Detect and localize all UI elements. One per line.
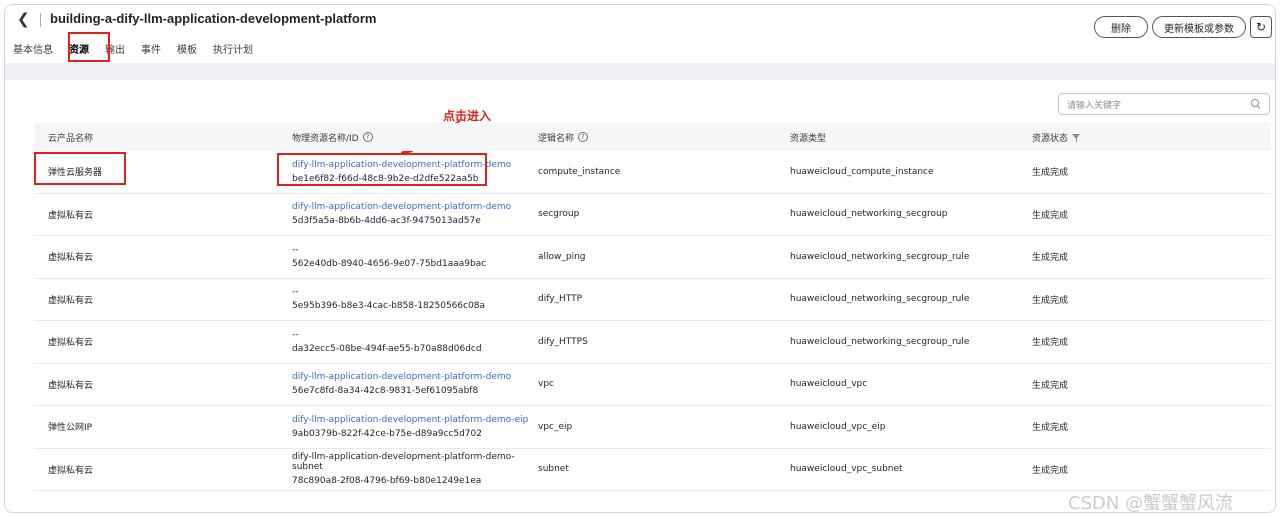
cell-logical: allow_ping (538, 251, 586, 262)
resource-highlight-box (277, 153, 487, 186)
cell-status: 生成完成 (1032, 210, 1069, 221)
cell-type: huaweicloud_vpc_subnet (790, 464, 903, 475)
resource-name: -- (292, 287, 299, 298)
back-chevron-icon[interactable]: ❮ (17, 12, 30, 28)
search-placeholder: 请输入关键字 (1067, 100, 1122, 111)
resource-id: 5e95b396-b8e3-4cac-b858-18250566c08a (292, 301, 486, 312)
cell-product: 弹性公网IP (48, 423, 93, 434)
table-row: 虚拟私有云 -- 562e40db-8940-4656-9e07-75bd1aaa9… (34, 236, 1271, 279)
cell-logical: dify_HTTP (538, 294, 583, 305)
cell-logical: secgroup (538, 209, 580, 220)
header-logical-label: 逻辑名称 (538, 133, 575, 144)
tab-bar: 基本信息 资源 输出 事件 模板 执行计划 (5, 41, 261, 65)
cell-type: huaweicloud_compute_instance (790, 166, 934, 177)
update-template-button[interactable]: 更新模板或参数 (1152, 16, 1246, 38)
cell-logical: dify_HTTPS (538, 336, 588, 347)
cell-logical: vpc_eip (538, 421, 573, 432)
product-highlight-box (34, 152, 126, 185)
cell-product: 虚拟私有云 (48, 380, 94, 391)
header-logical: 逻辑名称? (530, 131, 776, 144)
table-row: 虚拟私有云 dify-llm-application-development-pl… (34, 449, 1271, 491)
cell-logical: compute_instance (538, 166, 621, 177)
cell-logical: subnet (538, 464, 569, 475)
cell-product: 虚拟私有云 (48, 465, 94, 476)
cell-status: 生成完成 (1032, 465, 1069, 476)
header-product: 云产品名称 (34, 131, 284, 144)
header-type: 资源类型 (776, 131, 1022, 144)
table-row: 虚拟私有云 -- 5e95b396-b8e3-4cac-b858-18250566c… (34, 279, 1271, 321)
table-row: 弹性公网IP dify-llm-application-development-p… (34, 406, 1271, 449)
resource-name: dify-llm-application-development-platfor… (292, 452, 515, 473)
cell-type: huaweicloud_networking_secgroup (790, 209, 948, 220)
table-row: 虚拟私有云 dify-llm-application-development-pl… (34, 364, 1271, 406)
resources-table: 云产品名称 物理资源名称/ID? 逻辑名称? 资源类型 资源状态 弹性云服务器 d… (34, 123, 1271, 491)
resource-id: 78c890a8-2f08-4796-bf69-b80e1249e1ea (292, 476, 482, 487)
header-physical-label: 物理资源名称/ID (292, 133, 359, 144)
header-type-label: 资源类型 (790, 133, 827, 144)
resource-name[interactable]: dify-llm-application-development-platfor… (292, 415, 530, 425)
cell-product: 虚拟私有云 (48, 295, 94, 306)
resource-name[interactable]: dify-llm-application-development-platfor… (292, 202, 530, 212)
header-status-label: 资源状态 (1032, 133, 1069, 144)
cell-physical: dify-llm-application-development-platfor… (284, 202, 530, 226)
cell-physical: dify-llm-application-development-platfor… (284, 415, 530, 439)
help-icon[interactable]: ? (578, 132, 589, 142)
header-status: 资源状态 (1022, 131, 1271, 144)
cell-physical: -- 562e40db-8940-4656-9e07-75bd1aaa9bac (284, 245, 530, 269)
resource-name: -- (292, 244, 299, 255)
cell-status: 生成完成 (1032, 380, 1069, 391)
cell-type: huaweicloud_networking_secgroup_rule (790, 251, 970, 262)
tab-events[interactable]: 事件 (133, 41, 169, 63)
cell-product: 虚拟私有云 (48, 210, 94, 221)
cell-type: huaweicloud_vpc_eip (790, 421, 886, 432)
cell-physical: dify-llm-application-development-platfor… (284, 452, 530, 486)
cell-physical: dify-llm-application-development-platfor… (284, 372, 530, 396)
resource-name: -- (292, 329, 299, 340)
cell-status: 生成完成 (1032, 423, 1069, 434)
refresh-button[interactable]: ↻ (1250, 16, 1272, 38)
delete-button[interactable]: 删除 (1094, 16, 1148, 38)
table-row: 虚拟私有云 dify-llm-application-development-pl… (34, 194, 1271, 236)
cell-type: huaweicloud_vpc (790, 379, 868, 390)
header-physical: 物理资源名称/ID? (284, 131, 530, 144)
table-row: 虚拟私有云 -- da32ecc5-08be-494f-ae55-b70a88d06… (34, 321, 1271, 364)
page-title: building-a-dify-llm-application-developm… (50, 11, 377, 26)
watermark: CSDN @蟹蟹蟹风流 (1068, 493, 1234, 513)
tab-execution-plan[interactable]: 执行计划 (205, 41, 261, 63)
cell-physical: -- da32ecc5-08be-494f-ae55-b70a88d06dcd (284, 330, 530, 354)
cell-type: huaweicloud_networking_secgroup_rule (790, 294, 970, 305)
resource-id: 56e7c8fd-8a34-42c8-9831-5ef61095abf8 (292, 386, 479, 397)
table-header: 云产品名称 物理资源名称/ID? 逻辑名称? 资源类型 资源状态 (34, 123, 1271, 151)
cell-status: 生成完成 (1032, 295, 1069, 306)
cell-status: 生成完成 (1032, 168, 1069, 179)
help-icon[interactable]: ? (362, 132, 373, 142)
resource-id: 5d3f5a5a-8b6b-4dd6-ac3f-9475013ad57e (292, 216, 481, 227)
filter-icon[interactable] (1072, 133, 1081, 142)
search-input[interactable]: 请输入关键字 (1058, 93, 1270, 115)
cell-product: 虚拟私有云 (48, 253, 94, 264)
cell-logical: vpc (538, 379, 554, 390)
tab-highlight-box (68, 32, 110, 62)
cell-physical: -- 5e95b396-b8e3-4cac-b858-18250566c08a (284, 287, 530, 311)
cell-type: huaweicloud_networking_secgroup_rule (790, 336, 970, 347)
title-divider (40, 13, 41, 27)
tab-basic-info[interactable]: 基本信息 (5, 41, 61, 63)
app-window: ❮ building-a-dify-llm-application-develo… (4, 4, 1276, 513)
table-body: 弹性云服务器 dify-llm-application-development-p… (34, 151, 1271, 491)
search-icon[interactable] (1251, 99, 1261, 109)
resource-id: 562e40db-8940-4656-9e07-75bd1aaa9bac (292, 258, 487, 269)
tab-template[interactable]: 模板 (169, 41, 205, 63)
cell-status: 生成完成 (1032, 253, 1069, 264)
header-product-label: 云产品名称 (48, 133, 94, 144)
cell-status: 生成完成 (1032, 338, 1069, 349)
resource-id: 9ab0379b-822f-42ce-b75e-d89a9cc5d702 (292, 428, 482, 439)
table-row: 弹性云服务器 dify-llm-application-development-p… (34, 151, 1271, 194)
refresh-icon: ↻ (1255, 20, 1267, 34)
resource-id: da32ecc5-08be-494f-ae55-b70a88d06dcd (292, 343, 482, 354)
cell-product: 虚拟私有云 (48, 338, 94, 349)
resource-name[interactable]: dify-llm-application-development-platfor… (292, 372, 530, 382)
page-header: ❮ building-a-dify-llm-application-develo… (5, 5, 1275, 65)
content-divider-band (5, 63, 1275, 80)
